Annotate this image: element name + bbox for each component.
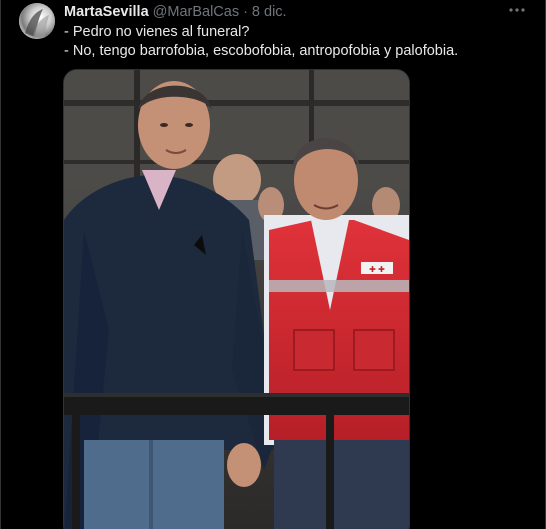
author-handle[interactable]: @MarBalCas <box>153 4 239 20</box>
author-name[interactable]: MartaSevilla <box>64 4 149 20</box>
tweet-text-line: - Pedro no vienes al funeral? <box>64 24 250 40</box>
svg-text:✚ ✚: ✚ ✚ <box>369 265 385 274</box>
tweet-text-line: - No, tengo barrofobia, escobofobia, ant… <box>64 42 459 59</box>
ellipsis-icon <box>509 8 525 12</box>
avatar[interactable] <box>19 3 55 39</box>
avatar-image <box>19 3 55 39</box>
photo-image: ✚ ✚ <box>64 70 409 529</box>
tweet-photo[interactable]: ✚ ✚ <box>63 69 410 529</box>
tweet-header: MartaSevilla @MarBalCas · 8 dic. <box>64 3 287 21</box>
more-options-button[interactable] <box>507 2 527 18</box>
tweet-date[interactable]: 8 dic. <box>252 4 287 20</box>
tweet[interactable]: MartaSevilla @MarBalCas · 8 dic. - Pedro… <box>0 0 546 529</box>
separator-dot: · <box>243 4 248 20</box>
tweet-text: - Pedro no vienes al funeral? - No, teng… <box>64 23 524 60</box>
